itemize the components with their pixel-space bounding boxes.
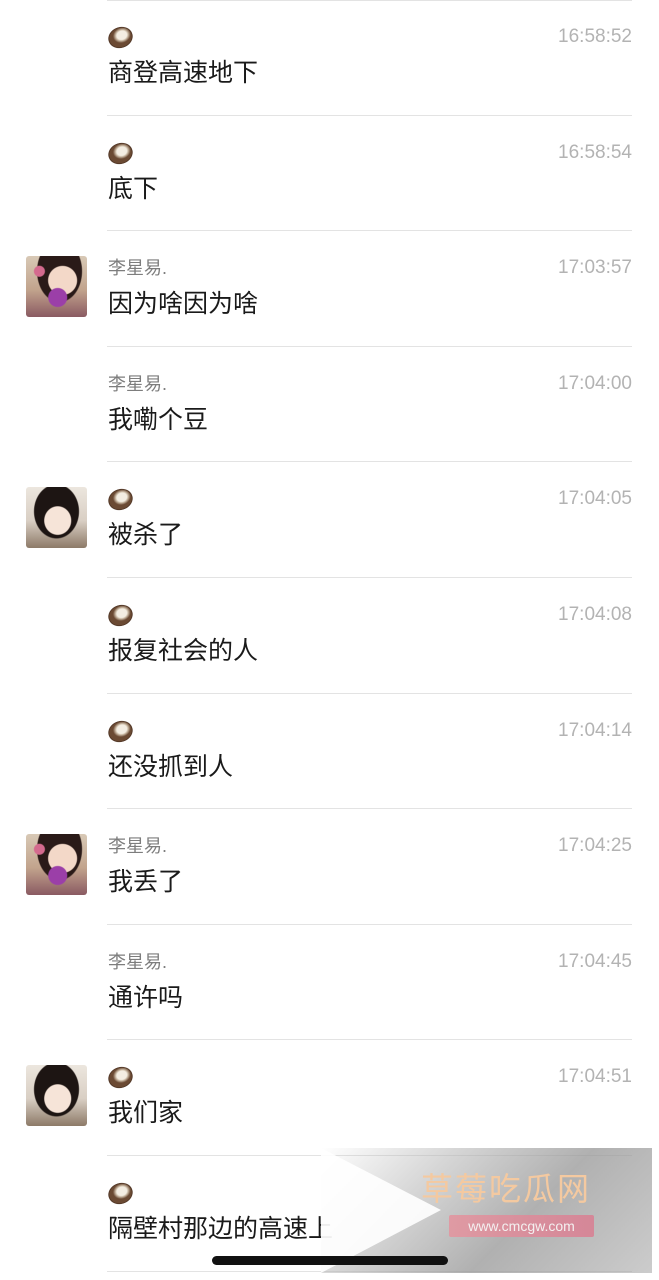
message-row[interactable]: 17:04:08 报复社会的人 — [0, 578, 659, 694]
coconut-icon — [105, 485, 136, 515]
coconut-icon — [105, 716, 136, 746]
message-time: 17:04:14 — [558, 719, 632, 741]
sender-name: 李星易. — [108, 951, 168, 972]
avatar[interactable] — [26, 1065, 87, 1127]
sender-name: 李星易. — [108, 258, 168, 279]
sender-coconut-icon — [105, 1179, 136, 1208]
message-text: 商登高速地下 — [108, 59, 259, 87]
message-time: 17:03:57 — [558, 257, 632, 279]
message-time: 17:04:25 — [558, 835, 632, 857]
coconut-icon — [105, 138, 136, 168]
message-time: 17:04:00 — [558, 372, 632, 394]
message-time: 17:04:45 — [558, 950, 632, 972]
avatar[interactable] — [26, 487, 87, 549]
message-text: 我嘞个豆 — [108, 405, 209, 434]
message-text: 我丢了 — [108, 868, 184, 897]
message-time: 17:04:08 — [558, 603, 632, 625]
message-row[interactable]: 17:04:05 被杀了 — [0, 462, 659, 578]
message-text: 通许吗 — [108, 983, 184, 1012]
message-row[interactable]: 李星易. 17:03:57 因为啥因为啥 — [0, 231, 659, 347]
sender-coconut-icon — [105, 485, 136, 515]
message-text: 隔壁村那边的高速上 — [108, 1214, 334, 1243]
site-watermark: 草莓吃瓜网 www.cmcgw.com — [321, 1148, 652, 1273]
message-text: 因为啥因为啥 — [108, 290, 259, 319]
message-row[interactable]: 李星易. 17:04:45 通许吗 — [0, 925, 659, 1041]
chat-message-list[interactable]: 16:58:52 商登高速地下 16:58:54 底下李星易. 17:03:57 因为啥因… — [0, 0, 659, 1272]
message-row[interactable]: 16:58:54 底下 — [0, 116, 659, 232]
watermark-url: www.cmcgw.com — [449, 1215, 594, 1237]
message-text: 报复社会的人 — [108, 636, 259, 665]
sender-name: 李星易. — [108, 836, 168, 857]
watermark-title: 草莓吃瓜网 — [421, 1170, 592, 1208]
message-text: 底下 — [108, 174, 159, 203]
coconut-icon — [105, 23, 136, 52]
coconut-icon — [105, 1063, 136, 1092]
coconut-icon — [105, 1179, 136, 1208]
message-row[interactable]: 17:04:51 我们家 — [0, 1040, 659, 1156]
message-row[interactable]: 李星易. 17:04:00 我嘞个豆 — [0, 347, 659, 463]
sender-coconut-icon — [105, 138, 136, 168]
sender-coconut-icon — [105, 716, 136, 746]
message-row[interactable]: 李星易. 17:04:25 我丢了 — [0, 809, 659, 925]
message-text: 被杀了 — [108, 521, 184, 550]
home-indicator[interactable] — [212, 1256, 448, 1265]
sender-coconut-icon — [105, 1063, 136, 1092]
message-text: 我们家 — [108, 1099, 184, 1128]
avatar[interactable] — [26, 834, 87, 896]
sender-coconut-icon — [105, 23, 136, 52]
avatar[interactable] — [26, 256, 87, 318]
message-time: 16:58:52 — [558, 26, 632, 47]
message-time: 17:04:05 — [558, 488, 632, 510]
sender-coconut-icon — [105, 601, 136, 630]
sender-name: 李星易. — [108, 373, 168, 394]
message-time: 16:58:54 — [558, 141, 632, 163]
message-row[interactable]: 16:58:52 商登高速地下 — [0, 0, 659, 116]
coconut-icon — [105, 601, 136, 630]
message-row[interactable]: 17:04:14 还没抓到人 — [0, 694, 659, 810]
message-time: 17:04:51 — [558, 1066, 632, 1088]
message-text: 还没抓到人 — [108, 752, 234, 781]
